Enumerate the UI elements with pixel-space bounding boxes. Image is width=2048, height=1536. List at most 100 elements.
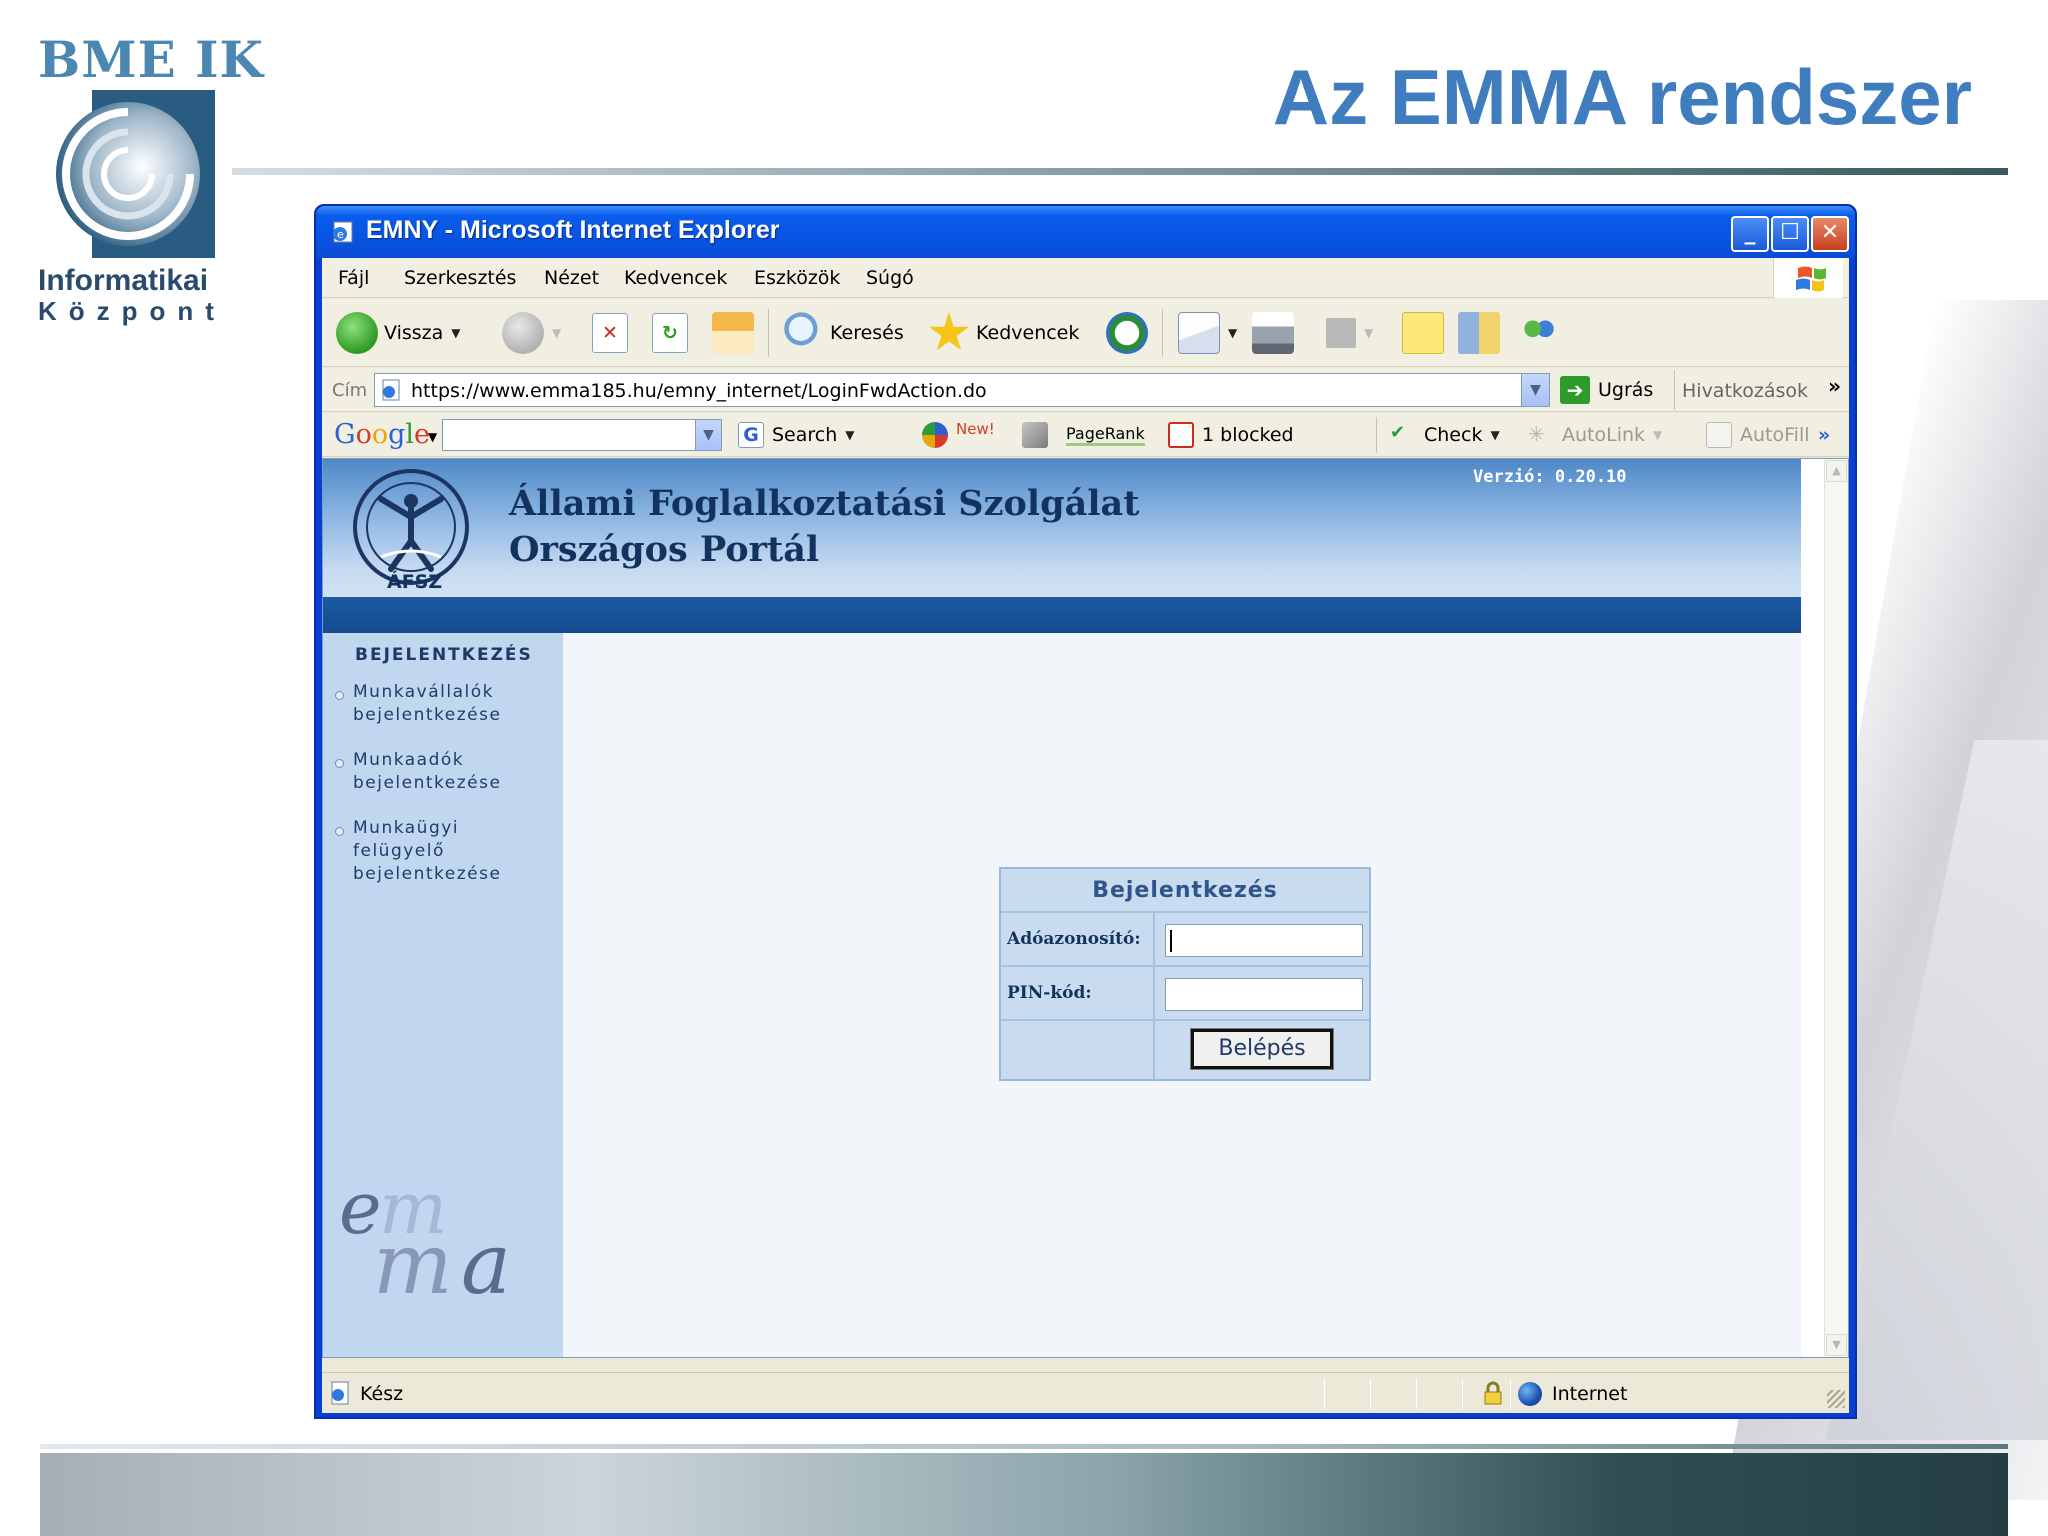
menu-view[interactable]: Nézet bbox=[544, 267, 599, 289]
toolbar-separator bbox=[1376, 417, 1377, 453]
chevron-down-icon[interactable]: ▼ bbox=[1653, 428, 1662, 442]
stop-icon: ✕ bbox=[592, 313, 628, 353]
autofill-button[interactable]: AutoFill bbox=[1706, 419, 1810, 451]
google-search-input[interactable]: ▼ bbox=[442, 419, 722, 451]
google-logo[interactable]: Google bbox=[334, 419, 430, 450]
standard-toolbar: Vissza ▼ ▼ ✕ ↻ Keresés Kedvencek ▼ ▼ bbox=[322, 299, 1849, 367]
chevron-down-icon[interactable]: ▼ bbox=[428, 430, 437, 444]
mail-button[interactable]: ▼ bbox=[1178, 299, 1237, 367]
pin-input[interactable] bbox=[1165, 978, 1363, 1011]
pin-label: PIN-kód: bbox=[1001, 967, 1155, 1019]
security-zone-label: Internet bbox=[1552, 1383, 1628, 1405]
site-subtitle: Országos Portál bbox=[509, 529, 820, 570]
chevron-down-icon[interactable]: ▼ bbox=[1490, 428, 1499, 442]
tax-id-input[interactable] bbox=[1165, 924, 1363, 957]
site-header: ÁFSZ Állami Foglalkoztatási Szolgálat Or… bbox=[323, 459, 1801, 597]
vertical-scrollbar[interactable]: ▲ ▼ bbox=[1824, 459, 1848, 1357]
google-news-icon bbox=[922, 422, 948, 448]
go-button[interactable]: ➔ Ugrás bbox=[1560, 374, 1653, 406]
text-cursor bbox=[1170, 930, 1172, 952]
window-title: EMNY - Microsoft Internet Explorer bbox=[366, 216, 780, 244]
autolink-button[interactable]: ✳ AutoLink ▼ bbox=[1528, 419, 1662, 451]
slide-title: Az EMMA rendszer bbox=[1272, 53, 1972, 141]
spellcheck-button[interactable]: ✔ Check ▼ bbox=[1390, 419, 1500, 451]
messenger-icon bbox=[1518, 312, 1560, 354]
print-button[interactable] bbox=[1252, 299, 1294, 367]
login-button[interactable]: Belépés bbox=[1190, 1028, 1334, 1070]
forward-button[interactable]: ▼ bbox=[502, 299, 561, 367]
address-label: Cím bbox=[332, 380, 368, 401]
chevron-down-icon[interactable]: ▼ bbox=[1521, 374, 1549, 406]
edit-icon bbox=[1326, 318, 1356, 348]
status-separator bbox=[1510, 1379, 1511, 1409]
menu-help[interactable]: Súgó bbox=[866, 267, 914, 289]
nav-link-employers-login[interactable]: Munkaadók bejelentkezése bbox=[353, 749, 501, 795]
google-toolbar-overflow-icon[interactable]: » bbox=[1818, 419, 1830, 451]
edit-button[interactable]: ▼ bbox=[1326, 299, 1373, 367]
notes-button[interactable] bbox=[1402, 299, 1444, 367]
maximize-icon[interactable]: ☐ bbox=[1771, 216, 1809, 252]
slide: BME IK Informatikai Központ Az EMMA rend… bbox=[0, 0, 2048, 1536]
title-bar[interactable]: e EMNY - Microsoft Internet Explorer _ ☐… bbox=[316, 206, 1855, 258]
chevron-down-icon[interactable]: ▼ bbox=[552, 326, 561, 340]
refresh-button[interactable]: ↻ bbox=[652, 299, 688, 367]
toolbar-separator bbox=[768, 309, 769, 357]
home-button[interactable] bbox=[712, 299, 754, 367]
resize-grip[interactable] bbox=[1827, 1390, 1845, 1408]
status-bar: Kész Internet bbox=[322, 1372, 1849, 1412]
pagerank-indicator[interactable]: PageRank bbox=[1066, 419, 1145, 451]
status-separator bbox=[1324, 1379, 1325, 1409]
google-news-button[interactable]: New! bbox=[922, 419, 995, 451]
stop-button[interactable]: ✕ bbox=[592, 299, 628, 367]
status-separator bbox=[1370, 1379, 1371, 1409]
chevron-down-icon[interactable]: ▼ bbox=[451, 326, 460, 340]
history-button[interactable] bbox=[1106, 299, 1148, 367]
popup-blocker-button[interactable]: 1 blocked bbox=[1168, 419, 1294, 451]
address-input[interactable]: https://www.emma185.hu/emny_internet/Log… bbox=[374, 373, 1550, 407]
back-button[interactable]: Vissza ▼ bbox=[336, 299, 461, 367]
menu-file[interactable]: Fájl bbox=[338, 267, 369, 289]
ie-page-icon bbox=[382, 379, 400, 401]
scroll-down-icon[interactable]: ▼ bbox=[1826, 1334, 1847, 1356]
menu-edit[interactable]: Szerkesztés bbox=[404, 267, 516, 289]
favorites-button[interactable]: Kedvencek bbox=[928, 299, 1079, 367]
chevron-down-icon[interactable]: ▼ bbox=[845, 428, 854, 442]
home-icon bbox=[712, 312, 754, 354]
links-button[interactable]: Hivatkozások bbox=[1682, 380, 1808, 402]
chevron-down-icon[interactable]: ▼ bbox=[695, 420, 721, 450]
google-g-icon: G bbox=[738, 422, 764, 448]
nav-link-employees-login[interactable]: Munkavállalók bejelentkezése bbox=[353, 681, 501, 727]
version-label: Verzió: 0.20.10 bbox=[1473, 467, 1627, 487]
research-icon bbox=[1458, 312, 1500, 354]
nav-bullet-icon bbox=[335, 827, 344, 836]
messenger-button[interactable] bbox=[1518, 299, 1560, 367]
emma-logo: e m m a bbox=[339, 1173, 511, 1313]
title-divider bbox=[232, 168, 2008, 175]
scroll-up-icon[interactable]: ▲ bbox=[1826, 460, 1847, 482]
autolink-icon: ✳ bbox=[1528, 422, 1545, 446]
tools-icon bbox=[1022, 422, 1048, 448]
google-search-button[interactable]: G Search ▼ bbox=[738, 419, 855, 451]
printer-icon bbox=[1252, 312, 1294, 354]
toolbar-overflow-icon[interactable]: » bbox=[1828, 374, 1841, 398]
research-button[interactable] bbox=[1458, 299, 1500, 367]
close-icon[interactable]: ✕ bbox=[1811, 216, 1849, 252]
popup-blocked-icon bbox=[1168, 422, 1194, 448]
internet-zone-icon bbox=[1518, 1382, 1542, 1406]
menu-favorites[interactable]: Kedvencek bbox=[624, 267, 727, 289]
menu-tools[interactable]: Eszközök bbox=[754, 267, 840, 289]
search-button[interactable]: Keresés bbox=[782, 299, 904, 367]
status-separator bbox=[1416, 1379, 1417, 1409]
chevron-down-icon[interactable]: ▼ bbox=[1364, 326, 1373, 340]
address-bar: Cím https://www.emma185.hu/emny_internet… bbox=[322, 368, 1849, 412]
google-options-button[interactable] bbox=[1022, 419, 1056, 451]
nav-link-inspector-login[interactable]: Munkaügyi felügyelő bejelentkezése bbox=[353, 817, 501, 886]
minimize-icon[interactable]: _ bbox=[1731, 216, 1769, 252]
afsz-logo-text: ÁFSZ bbox=[387, 571, 443, 593]
go-arrow-icon: ➔ bbox=[1560, 376, 1590, 404]
toolbar-separator bbox=[1162, 309, 1163, 357]
search-icon bbox=[782, 312, 824, 354]
google-toolbar: Google ▼ ▼ G Search ▼ New! PageRank 1 bl… bbox=[322, 413, 1849, 457]
pin-row: PIN-kód: bbox=[1001, 967, 1369, 1021]
chevron-down-icon[interactable]: ▼ bbox=[1228, 326, 1237, 340]
